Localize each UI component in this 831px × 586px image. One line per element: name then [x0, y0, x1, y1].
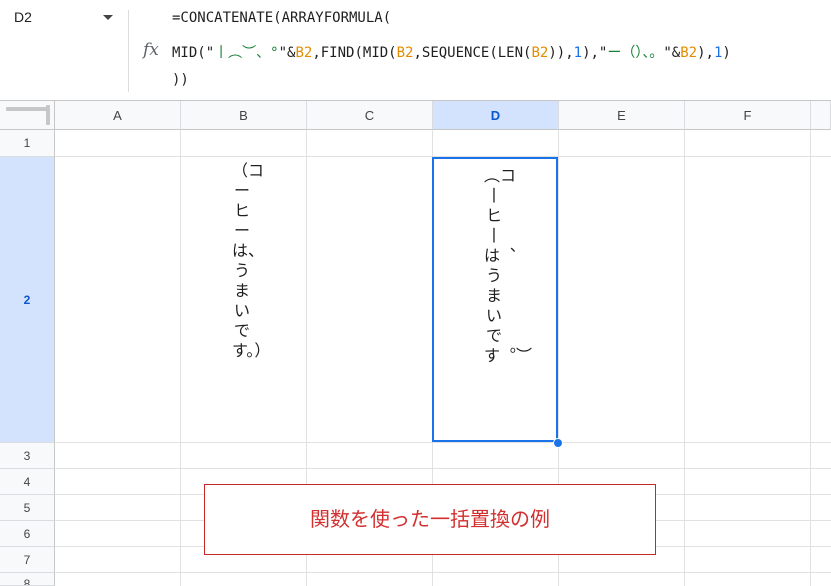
column-header-g[interactable] — [811, 101, 831, 130]
row-header-1[interactable]: 1 — [0, 130, 55, 157]
column-header-d[interactable]: D — [433, 101, 559, 130]
column-header-e[interactable]: E — [559, 101, 685, 130]
cell-b2[interactable]: （コーヒーは、うまいです。） — [232, 161, 270, 361]
formula-cell-ref: B2 — [295, 45, 313, 61]
formula-line-3[interactable]: )) — [172, 72, 189, 88]
freeze-handle-col[interactable] — [46, 105, 50, 125]
caption-box: 関数を使った一括置換の例 — [204, 484, 656, 555]
row-header-6[interactable]: 6 — [0, 521, 55, 547]
row-header-2[interactable]: 2 — [0, 157, 55, 443]
formula-token: "& — [278, 45, 296, 61]
fill-handle[interactable] — [553, 438, 563, 448]
formula-token: )," — [582, 45, 608, 61]
grid-line — [55, 468, 831, 469]
formula-token: "& — [663, 45, 681, 61]
name-box[interactable]: D2 — [0, 0, 128, 100]
formula-cell-ref: B2 — [531, 45, 549, 61]
cell-selection-border — [432, 157, 558, 442]
grid-line — [684, 130, 685, 586]
column-header-c[interactable]: C — [307, 101, 433, 130]
formula-bar-area: D2 fx =CONCATENATE(ARRAYFORMULA( MID("丨︵… — [0, 0, 831, 101]
column-header-a[interactable]: A — [55, 101, 181, 130]
column-header-f[interactable]: F — [685, 101, 811, 130]
formula-string: ー（）、。 — [607, 45, 664, 61]
formula-number: 1 — [573, 45, 583, 61]
row-header-4[interactable]: 4 — [0, 469, 55, 495]
name-box-cell-ref[interactable]: D2 — [14, 9, 32, 25]
freeze-handle-row[interactable] — [6, 107, 50, 111]
grid-line — [810, 130, 811, 586]
formula-line-2[interactable]: MID("丨︵︶、°"&B2,FIND(MID(B2,SEQUENCE(LEN(… — [172, 42, 731, 62]
row-header-3[interactable]: 3 — [0, 443, 55, 469]
formula-token: ) — [722, 45, 731, 61]
formula-string: 丨︵︶、° — [214, 45, 279, 61]
row-header-7[interactable]: 7 — [0, 547, 55, 573]
row-header-5[interactable]: 5 — [0, 495, 55, 521]
row-header-8[interactable]: 8 — [0, 573, 55, 586]
formula-token: )), — [548, 45, 574, 61]
column-header-b[interactable]: B — [181, 101, 307, 130]
chevron-down-icon[interactable] — [103, 15, 113, 20]
grid-line — [55, 442, 831, 443]
formula-divider — [128, 10, 129, 92]
formula-token: ), — [697, 45, 714, 61]
fx-icon: fx — [143, 40, 159, 60]
formula-cell-ref: B2 — [680, 45, 698, 61]
select-all-corner[interactable] — [0, 101, 55, 130]
grid-line — [55, 572, 831, 573]
formula-token: MID(" — [172, 45, 215, 61]
formula-token: ,FIND(MID( — [312, 45, 397, 61]
formula-cell-ref: B2 — [396, 45, 414, 61]
grid-line — [180, 130, 181, 586]
formula-line-1[interactable]: =CONCATENATE(ARRAYFORMULA( — [172, 10, 391, 26]
formula-token: ,SEQUENCE(LEN( — [413, 45, 532, 61]
